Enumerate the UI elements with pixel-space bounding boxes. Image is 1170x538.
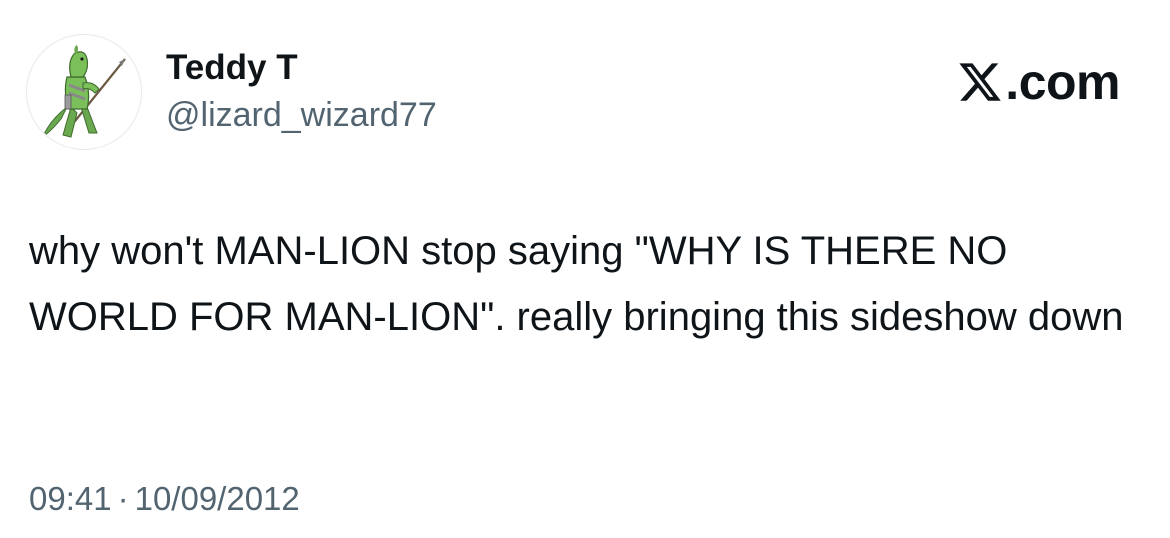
author-handle[interactable]: @lizard_wizard77 <box>166 95 437 135</box>
avatar[interactable] <box>26 34 142 150</box>
brand-logo: .com <box>957 56 1120 108</box>
author-display-name[interactable]: Teddy T <box>166 48 298 88</box>
tweet-text: why won't MAN-LION stop saying "WHY IS T… <box>29 229 1124 339</box>
lizard-warrior-avatar-icon <box>41 45 126 139</box>
x-logo-icon <box>959 63 1002 101</box>
tweet-time: 09:41 <box>29 480 112 517</box>
tweet-timestamp[interactable]: 09:41 · 10/09/2012 <box>29 479 300 519</box>
tweet-date: 10/09/2012 <box>134 480 300 517</box>
brand-text: .com <box>1005 54 1120 110</box>
meta-separator: · <box>117 480 129 517</box>
tweet-card: Teddy T @lizard_wizard77 .com why won't … <box>0 0 1170 538</box>
